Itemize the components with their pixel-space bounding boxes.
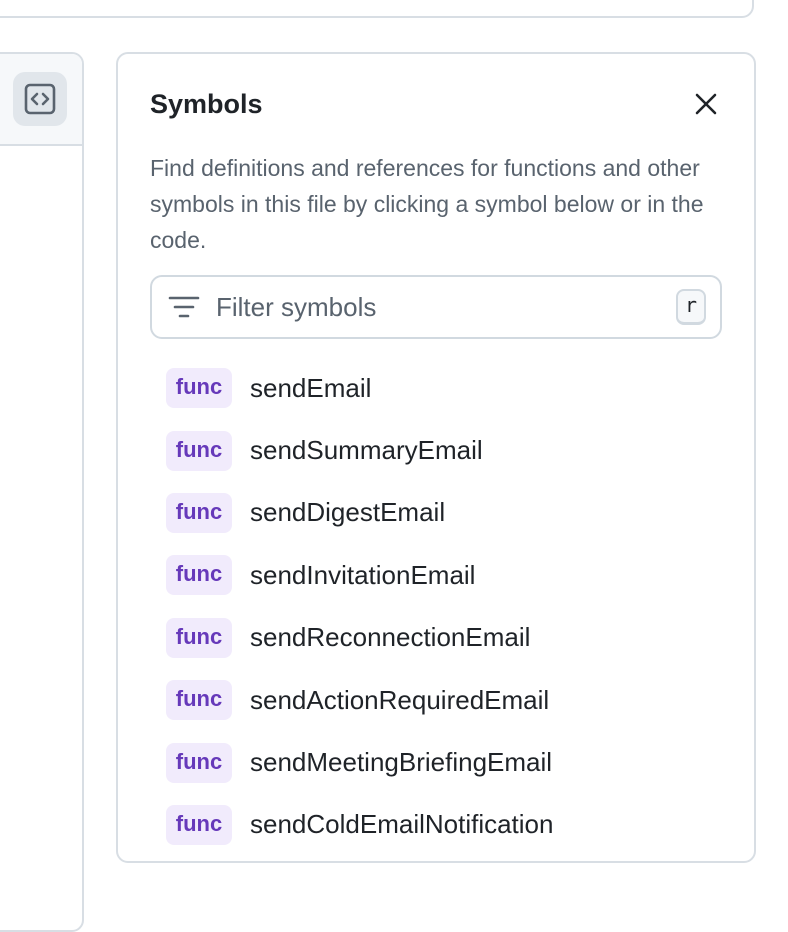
close-icon: [695, 93, 717, 115]
symbol-kind-badge: func: [166, 430, 232, 471]
symbol-item[interactable]: func sendMeetingBriefingEmail: [166, 731, 553, 793]
symbol-name: sendColdEmailNotification: [250, 809, 554, 840]
keyboard-shortcut-hint: r: [676, 289, 706, 325]
symbol-item[interactable]: func sendEmail: [166, 357, 553, 419]
symbol-name: sendMeetingBriefingEmail: [250, 747, 553, 778]
symbol-kind-badge: func: [166, 492, 232, 533]
close-button[interactable]: [688, 86, 724, 122]
symbol-name: sendInvitationEmail: [250, 559, 476, 590]
symbol-list: func sendEmail func sendSummaryEmail fun…: [166, 357, 553, 856]
code-panel: [0, 52, 84, 932]
panel-title: Symbols: [150, 89, 263, 119]
symbol-name: sendReconnectionEmail: [250, 622, 531, 653]
symbol-item[interactable]: func sendInvitationEmail: [166, 544, 553, 606]
code-icon: [24, 83, 56, 115]
symbols-panel: Symbols Find definitions and references …: [116, 52, 756, 863]
symbol-kind-badge: func: [166, 368, 232, 409]
symbols-toggle-button[interactable]: [13, 72, 67, 126]
symbol-kind-badge: func: [166, 680, 232, 721]
symbol-name: sendSummaryEmail: [250, 435, 483, 466]
symbol-kind-badge: func: [166, 555, 232, 596]
symbol-item[interactable]: func sendSummaryEmail: [166, 419, 553, 481]
code-panel-header: [0, 54, 82, 146]
symbol-kind-badge: func: [166, 742, 232, 783]
top-card: [0, 0, 754, 18]
symbol-item[interactable]: func sendDigestEmail: [166, 482, 553, 544]
symbol-kind-badge: func: [166, 804, 232, 845]
symbol-kind-badge: func: [166, 617, 232, 658]
symbol-name: sendActionRequiredEmail: [250, 684, 550, 715]
filter-icon: [168, 296, 200, 318]
filter-box[interactable]: r: [150, 275, 722, 339]
panel-description: Find definitions and references for func…: [150, 155, 704, 253]
symbol-name: sendEmail: [250, 372, 372, 403]
symbol-name: sendDigestEmail: [250, 497, 446, 528]
symbol-item[interactable]: func sendColdEmailNotification: [166, 794, 553, 856]
symbol-item[interactable]: func sendActionRequiredEmail: [166, 669, 553, 731]
symbol-item[interactable]: func sendReconnectionEmail: [166, 607, 553, 669]
filter-symbols-input[interactable]: [216, 285, 656, 329]
